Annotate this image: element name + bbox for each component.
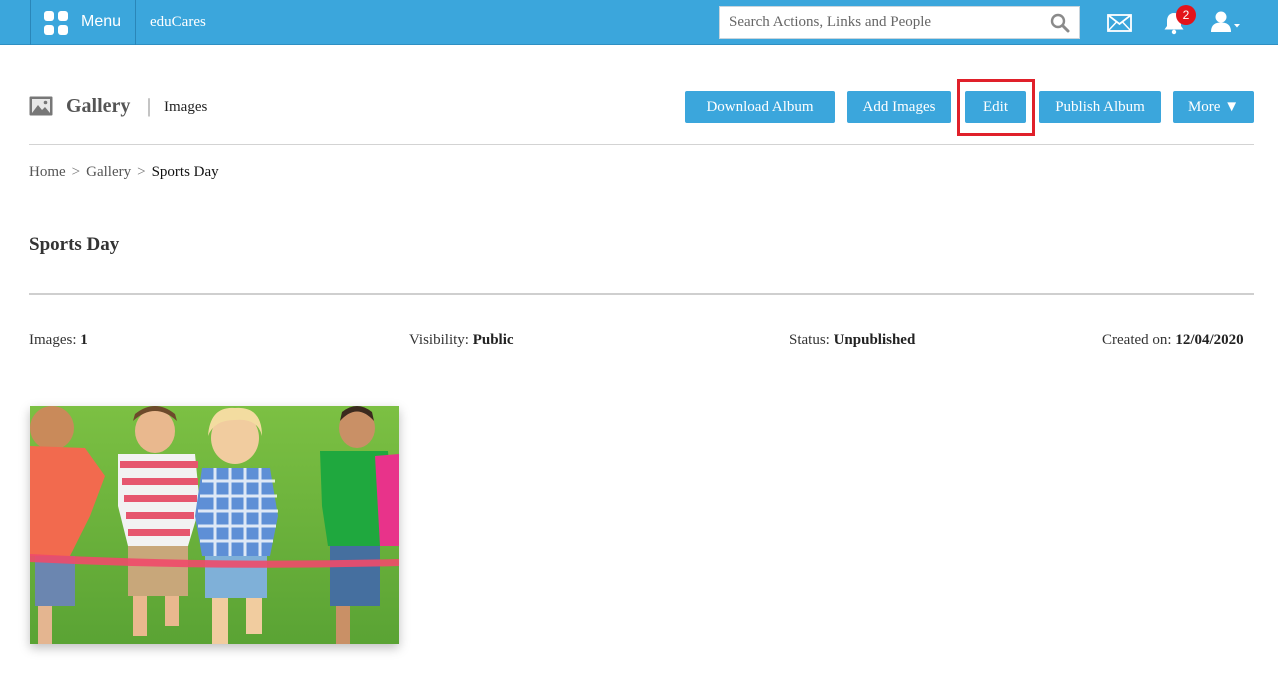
- breadcrumb-separator: >: [137, 164, 146, 180]
- breadcrumb: Home > Gallery > Sports Day: [29, 164, 219, 181]
- status-label: Status:: [789, 332, 830, 348]
- gallery-icon: [29, 96, 53, 116]
- search-input[interactable]: [720, 7, 1040, 38]
- created-label: Created on:: [1102, 332, 1172, 348]
- breadcrumb-gallery[interactable]: Gallery: [86, 164, 131, 180]
- created-info: Created on: 12/04/2020: [1102, 332, 1244, 349]
- album-image-thumbnail[interactable]: [30, 406, 399, 644]
- breadcrumb-home[interactable]: Home: [29, 164, 66, 180]
- menu-button[interactable]: Menu: [30, 0, 136, 45]
- images-label: Images:: [29, 332, 77, 348]
- more-button[interactable]: More ▼: [1173, 91, 1254, 123]
- publish-album-button[interactable]: Publish Album: [1039, 91, 1161, 123]
- search-box: [719, 6, 1080, 39]
- images-count: Images: 1: [29, 332, 88, 349]
- grid-icon: [44, 11, 68, 35]
- visibility-label: Visibility:: [409, 332, 469, 348]
- album-title: Sports Day: [29, 234, 120, 255]
- download-album-button[interactable]: Download Album: [685, 91, 835, 123]
- notification-badge: 2: [1176, 5, 1196, 25]
- page-subtitle: Images: [164, 99, 208, 115]
- visibility-value: Public: [472, 332, 514, 348]
- breadcrumb-separator: >: [71, 164, 81, 180]
- title-separator: |: [147, 95, 152, 117]
- visibility-info: Visibility: Public: [409, 332, 514, 349]
- images-value: 1: [80, 332, 88, 348]
- user-icon[interactable]: [1209, 10, 1243, 34]
- status-value: Unpublished: [833, 332, 916, 348]
- search-icon[interactable]: [1050, 13, 1070, 33]
- album-divider: [29, 293, 1254, 295]
- brand-link[interactable]: eduCares: [150, 14, 206, 31]
- edit-button[interactable]: Edit: [965, 91, 1026, 123]
- top-bar: Menu eduCares 2: [0, 0, 1278, 45]
- breadcrumb-current: Sports Day: [151, 164, 219, 180]
- mail-icon[interactable]: [1107, 14, 1132, 32]
- add-images-button[interactable]: Add Images: [847, 91, 951, 123]
- status-info: Status: Unpublished: [789, 332, 915, 349]
- page-title: Gallery: [66, 95, 131, 117]
- header-divider: [29, 144, 1254, 145]
- kids-running-photo: [30, 406, 399, 644]
- menu-label: Menu: [81, 13, 122, 30]
- created-value: 12/04/2020: [1175, 332, 1244, 348]
